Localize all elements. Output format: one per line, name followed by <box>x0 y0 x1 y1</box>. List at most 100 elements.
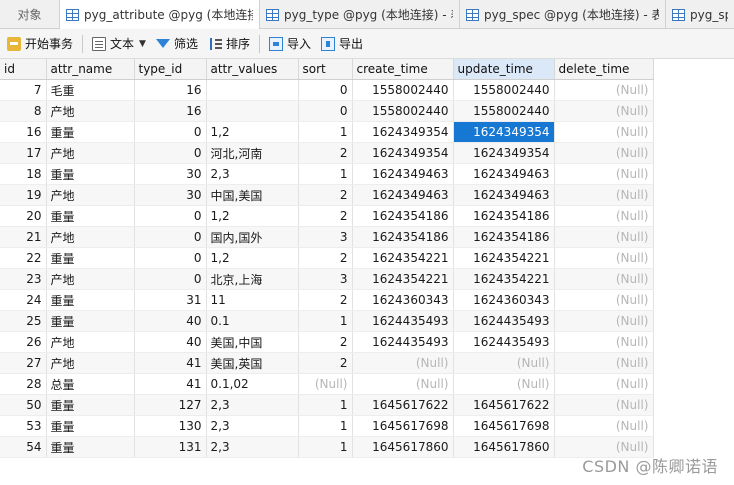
cell-id[interactable]: 22 <box>0 247 47 269</box>
cell-attr-name[interactable]: 重量 <box>46 436 135 458</box>
table-row[interactable]: 25 重量 40 0.1 1 1624435493 1624435493 (Null) <box>0 310 654 332</box>
cell-create-time[interactable]: (Null) <box>352 352 454 374</box>
cell-attr-name[interactable]: 产地 <box>46 100 135 122</box>
cell-create-time[interactable]: 1645617860 <box>352 436 454 458</box>
cell-update-time[interactable]: 1645617860 <box>453 436 555 458</box>
column-header-id[interactable]: id <box>0 59 47 80</box>
cell-id[interactable]: 50 <box>0 394 47 416</box>
table-row[interactable]: 27 产地 41 美国,英国 2 (Null) (Null) (Null) <box>0 352 654 374</box>
cell-attr-values[interactable]: 0.1 <box>206 310 299 332</box>
cell-attr-values[interactable]: 2,3 <box>206 163 299 185</box>
cell-delete-time[interactable]: (Null) <box>554 142 654 164</box>
cell-id[interactable]: 23 <box>0 268 47 290</box>
cell-delete-time[interactable]: (Null) <box>554 184 654 206</box>
cell-attr-values[interactable]: 1,2 <box>206 247 299 269</box>
cell-type-id[interactable]: 40 <box>134 331 207 353</box>
cell-attr-values[interactable]: 中国,美国 <box>206 184 299 206</box>
cell-update-time[interactable]: 1624435493 <box>453 331 555 353</box>
cell-sort[interactable]: 1 <box>298 310 353 332</box>
cell-type-id[interactable]: 16 <box>134 79 207 101</box>
cell-update-time[interactable]: 1645617698 <box>453 415 555 437</box>
cell-attr-name[interactable]: 重量 <box>46 394 135 416</box>
column-header-create-time[interactable]: create_time <box>352 59 454 80</box>
cell-update-time[interactable]: 1624360343 <box>453 289 555 311</box>
cell-create-time[interactable]: 1624435493 <box>352 310 454 332</box>
cell-type-id[interactable]: 131 <box>134 436 207 458</box>
cell-type-id[interactable]: 0 <box>134 268 207 290</box>
table-row[interactable]: 22 重量 0 1,2 2 1624354221 1624354221 (Null) <box>0 247 654 269</box>
sort-button[interactable]: 排序 <box>203 32 255 56</box>
tab-pyg-spec[interactable]: pyg_spec @pyg (本地连接) - 表 <box>460 0 666 29</box>
cell-id[interactable]: 18 <box>0 163 47 185</box>
cell-attr-values[interactable]: 2,3 <box>206 415 299 437</box>
cell-sort[interactable]: 0 <box>298 100 353 122</box>
cell-update-time[interactable]: 1624349354 <box>453 142 555 164</box>
cell-delete-time[interactable]: (Null) <box>554 247 654 269</box>
cell-sort[interactable]: 1 <box>298 394 353 416</box>
cell-type-id[interactable]: 0 <box>134 247 207 269</box>
cell-type-id[interactable]: 127 <box>134 394 207 416</box>
cell-delete-time[interactable]: (Null) <box>554 394 654 416</box>
cell-sort[interactable]: 2 <box>298 289 353 311</box>
cell-type-id[interactable]: 41 <box>134 373 207 395</box>
cell-attr-values[interactable]: 2,3 <box>206 394 299 416</box>
cell-update-time[interactable]: 1624354221 <box>453 268 555 290</box>
cell-sort[interactable]: 3 <box>298 268 353 290</box>
cell-type-id[interactable]: 31 <box>134 289 207 311</box>
cell-sort[interactable]: 1 <box>298 415 353 437</box>
cell-attr-name[interactable]: 重量 <box>46 247 135 269</box>
cell-type-id[interactable]: 40 <box>134 310 207 332</box>
cell-attr-name[interactable]: 重量 <box>46 121 135 143</box>
cell-create-time[interactable]: 1624435493 <box>352 331 454 353</box>
cell-attr-values[interactable]: 河北,河南 <box>206 142 299 164</box>
table-row[interactable]: 23 产地 0 北京,上海 3 1624354221 1624354221 (Null) <box>0 268 654 290</box>
cell-id[interactable]: 28 <box>0 373 47 395</box>
cell-type-id[interactable]: 0 <box>134 121 207 143</box>
cell-update-time[interactable]: 1624354221 <box>453 247 555 269</box>
cell-type-id[interactable]: 0 <box>134 205 207 227</box>
table-row[interactable]: 28 总量 41 0.1,02 (Null) (Null) (Null) (Null) <box>0 373 654 395</box>
cell-attr-name[interactable]: 产地 <box>46 331 135 353</box>
cell-type-id[interactable]: 16 <box>134 100 207 122</box>
cell-attr-name[interactable]: 毛重 <box>46 79 135 101</box>
table-row[interactable]: 8 产地 16 0 1558002440 1558002440 (Null) <box>0 100 654 122</box>
table-row[interactable]: 54 重量 131 2,3 1 1645617860 1645617860 (Null) <box>0 436 654 458</box>
import-button[interactable]: 导入 <box>264 32 316 56</box>
cell-delete-time[interactable]: (Null) <box>554 205 654 227</box>
cell-attr-values[interactable]: 国内,国外 <box>206 226 299 248</box>
cell-update-time[interactable]: 1624435493 <box>453 310 555 332</box>
cell-type-id[interactable]: 0 <box>134 226 207 248</box>
tab-pyg-attribute[interactable]: pyg_attribute @pyg (本地连接) - 表 <box>60 0 260 29</box>
cell-delete-time[interactable]: (Null) <box>554 100 654 122</box>
table-row[interactable]: 19 产地 30 中国,美国 2 1624349463 1624349463 (Null) <box>0 184 654 206</box>
cell-id[interactable]: 25 <box>0 310 47 332</box>
cell-update-time[interactable]: 1558002440 <box>453 79 555 101</box>
cell-sort[interactable]: 2 <box>298 184 353 206</box>
cell-delete-time[interactable]: (Null) <box>554 121 654 143</box>
cell-sort[interactable]: (Null) <box>298 373 353 395</box>
cell-attr-values[interactable]: 美国,英国 <box>206 352 299 374</box>
cell-delete-time[interactable]: (Null) <box>554 268 654 290</box>
cell-id[interactable]: 8 <box>0 100 47 122</box>
column-header-sort[interactable]: sort <box>298 59 353 80</box>
cell-id[interactable]: 26 <box>0 331 47 353</box>
cell-delete-time[interactable]: (Null) <box>554 331 654 353</box>
cell-id[interactable]: 27 <box>0 352 47 374</box>
text-view-button[interactable]: 文本 ▼ <box>87 32 151 56</box>
tab-objects[interactable]: 对象 <box>0 0 60 29</box>
cell-sort[interactable]: 1 <box>298 121 353 143</box>
cell-create-time[interactable]: 1624354186 <box>352 226 454 248</box>
cell-create-time[interactable]: 1558002440 <box>352 79 454 101</box>
table-row[interactable]: 18 重量 30 2,3 1 1624349463 1624349463 (Null) <box>0 163 654 185</box>
begin-transaction-button[interactable]: 开始事务 <box>2 32 78 56</box>
table-row[interactable]: 24 重量 31 11 2 1624360343 1624360343 (Null) <box>0 289 654 311</box>
cell-type-id[interactable]: 130 <box>134 415 207 437</box>
cell-attr-name[interactable]: 重量 <box>46 205 135 227</box>
cell-create-time[interactable]: 1624349354 <box>352 142 454 164</box>
cell-attr-name[interactable]: 重量 <box>46 289 135 311</box>
cell-id[interactable]: 20 <box>0 205 47 227</box>
cell-sort[interactable]: 1 <box>298 436 353 458</box>
cell-sort[interactable]: 2 <box>298 247 353 269</box>
cell-attr-name[interactable]: 重量 <box>46 415 135 437</box>
cell-attr-name[interactable]: 产地 <box>46 226 135 248</box>
